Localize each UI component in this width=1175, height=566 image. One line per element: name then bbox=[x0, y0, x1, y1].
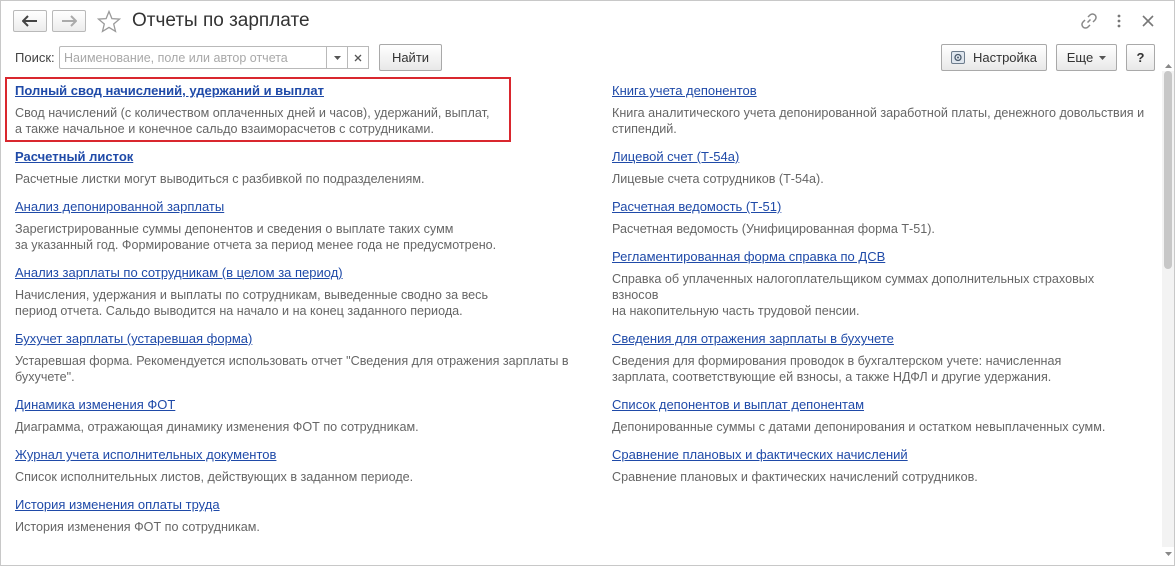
report-link[interactable]: Динамика изменения ФОТ bbox=[15, 397, 175, 413]
link-button[interactable] bbox=[1078, 11, 1100, 31]
report-description: Книга аналитического учета депонированно… bbox=[612, 106, 1145, 136]
more-menu-button[interactable] bbox=[1108, 11, 1130, 31]
link-icon bbox=[1081, 13, 1097, 29]
report-description: Зарегистрированные суммы депонентов и св… bbox=[15, 222, 497, 252]
report-description: Диаграмма, отражающая динамику изменения… bbox=[15, 420, 419, 434]
chevron-down-icon bbox=[333, 55, 341, 60]
report-link[interactable]: Сведения для отражения зарплаты в бухуче… bbox=[612, 331, 894, 347]
report-link[interactable]: Расчетная ведомость (Т-51) bbox=[612, 199, 781, 215]
help-button[interactable]: ? bbox=[1126, 44, 1155, 71]
close-icon bbox=[1142, 15, 1154, 27]
vertical-scrollbar[interactable] bbox=[1162, 71, 1174, 547]
report-description: Справка об уплаченных налогоплательщиком… bbox=[612, 272, 1095, 318]
star-icon bbox=[96, 9, 122, 33]
search-dropdown-button[interactable] bbox=[326, 46, 348, 69]
report-item: Регламентированная форма справка по ДСВ … bbox=[612, 249, 1175, 319]
report-link[interactable]: Регламентированная форма справка по ДСВ bbox=[612, 249, 885, 265]
report-link[interactable]: Анализ зарплаты по сотрудникам (в целом … bbox=[15, 265, 343, 281]
report-item: Анализ зарплаты по сотрудникам (в целом … bbox=[15, 265, 585, 319]
report-item: Динамика изменения ФОТ Диаграмма, отража… bbox=[15, 397, 585, 435]
report-link[interactable]: Бухучет зарплаты (устаревшая форма) bbox=[15, 331, 252, 347]
search-clear-button[interactable] bbox=[347, 46, 369, 69]
report-link[interactable]: Список депонентов и выплат депонентам bbox=[612, 397, 864, 413]
report-item: Журнал учета исполнительных документов С… bbox=[15, 447, 585, 485]
report-description: Устаревшая форма. Рекомендуется использо… bbox=[15, 354, 569, 384]
report-link[interactable]: Книга учета депонентов bbox=[612, 83, 757, 99]
scroll-down-button[interactable] bbox=[1163, 549, 1173, 559]
report-description: Расчетная ведомость (Унифицированная фор… bbox=[612, 222, 935, 236]
report-link[interactable]: Журнал учета исполнительных документов bbox=[15, 447, 276, 463]
clear-icon bbox=[354, 54, 362, 61]
report-item: История изменения оплаты труда История и… bbox=[15, 497, 585, 535]
find-button[interactable]: Найти bbox=[379, 44, 442, 71]
page-title: Отчеты по зарплате bbox=[132, 10, 310, 31]
reports-window: Отчеты по зарплате Поиск: Найти Настройк… bbox=[0, 0, 1175, 566]
report-item: Сведения для отражения зарплаты в бухуче… bbox=[612, 331, 1175, 385]
settings-button[interactable]: Настройка bbox=[941, 44, 1047, 71]
report-item: Список депонентов и выплат депонентам Де… bbox=[612, 397, 1175, 435]
report-description: История изменения ФОТ по сотрудникам. bbox=[15, 520, 260, 534]
close-button[interactable] bbox=[1137, 11, 1159, 31]
search-label: Поиск: bbox=[15, 50, 55, 65]
report-description: Лицевые счета сотрудников (Т-54а). bbox=[612, 172, 824, 186]
chevron-up-icon bbox=[1164, 64, 1172, 68]
chevron-down-icon bbox=[1099, 55, 1107, 60]
arrow-right-icon bbox=[62, 15, 77, 27]
report-description: Расчетные листки могут выводиться с разб… bbox=[15, 172, 425, 186]
report-description: Сравнение плановых и фактических начисле… bbox=[612, 470, 978, 484]
settings-button-label: Настройка bbox=[973, 50, 1037, 65]
report-link[interactable]: Расчетный листок bbox=[15, 149, 133, 165]
forward-button[interactable] bbox=[52, 10, 86, 32]
selected-report-highlight bbox=[5, 77, 511, 142]
scroll-up-button[interactable] bbox=[1163, 61, 1173, 71]
chevron-down-icon bbox=[1164, 552, 1172, 556]
report-item: Лицевой счет (Т-54а) Лицевые счета сотру… bbox=[612, 149, 1175, 187]
favorite-button[interactable] bbox=[96, 9, 122, 36]
more-button-label: Еще bbox=[1066, 50, 1094, 65]
report-item: Бухучет зарплаты (устаревшая форма) Уста… bbox=[15, 331, 585, 385]
report-item: Анализ депонированной зарплаты Зарегистр… bbox=[15, 199, 585, 253]
report-item: Расчетный листок Расчетные листки могут … bbox=[15, 149, 585, 187]
settings-icon bbox=[951, 51, 965, 64]
more-vertical-icon bbox=[1117, 14, 1121, 28]
back-button[interactable] bbox=[13, 10, 47, 32]
report-item: Расчетная ведомость (Т-51) Расчетная вед… bbox=[612, 199, 1175, 237]
arrow-left-icon bbox=[22, 15, 37, 27]
report-description: Список исполнительных листов, действующи… bbox=[15, 470, 414, 484]
report-link[interactable]: История изменения оплаты труда bbox=[15, 497, 220, 513]
search-input[interactable] bbox=[59, 46, 327, 69]
report-item: Сравнение плановых и фактических начисле… bbox=[612, 447, 1175, 485]
report-item: Книга учета депонентов Книга аналитическ… bbox=[612, 83, 1175, 137]
report-link[interactable]: Сравнение плановых и фактических начисле… bbox=[612, 447, 908, 463]
more-button[interactable]: Еще bbox=[1056, 44, 1117, 71]
report-description: Сведения для формирования проводок в бух… bbox=[612, 354, 1062, 384]
scrollbar-thumb[interactable] bbox=[1164, 71, 1172, 269]
report-description: Начисления, удержания и выплаты по сотру… bbox=[15, 288, 489, 318]
report-description: Депонированные суммы с датами депонирова… bbox=[612, 420, 1106, 434]
report-link[interactable]: Лицевой счет (Т-54а) bbox=[612, 149, 739, 165]
report-link[interactable]: Анализ депонированной зарплаты bbox=[15, 199, 224, 215]
